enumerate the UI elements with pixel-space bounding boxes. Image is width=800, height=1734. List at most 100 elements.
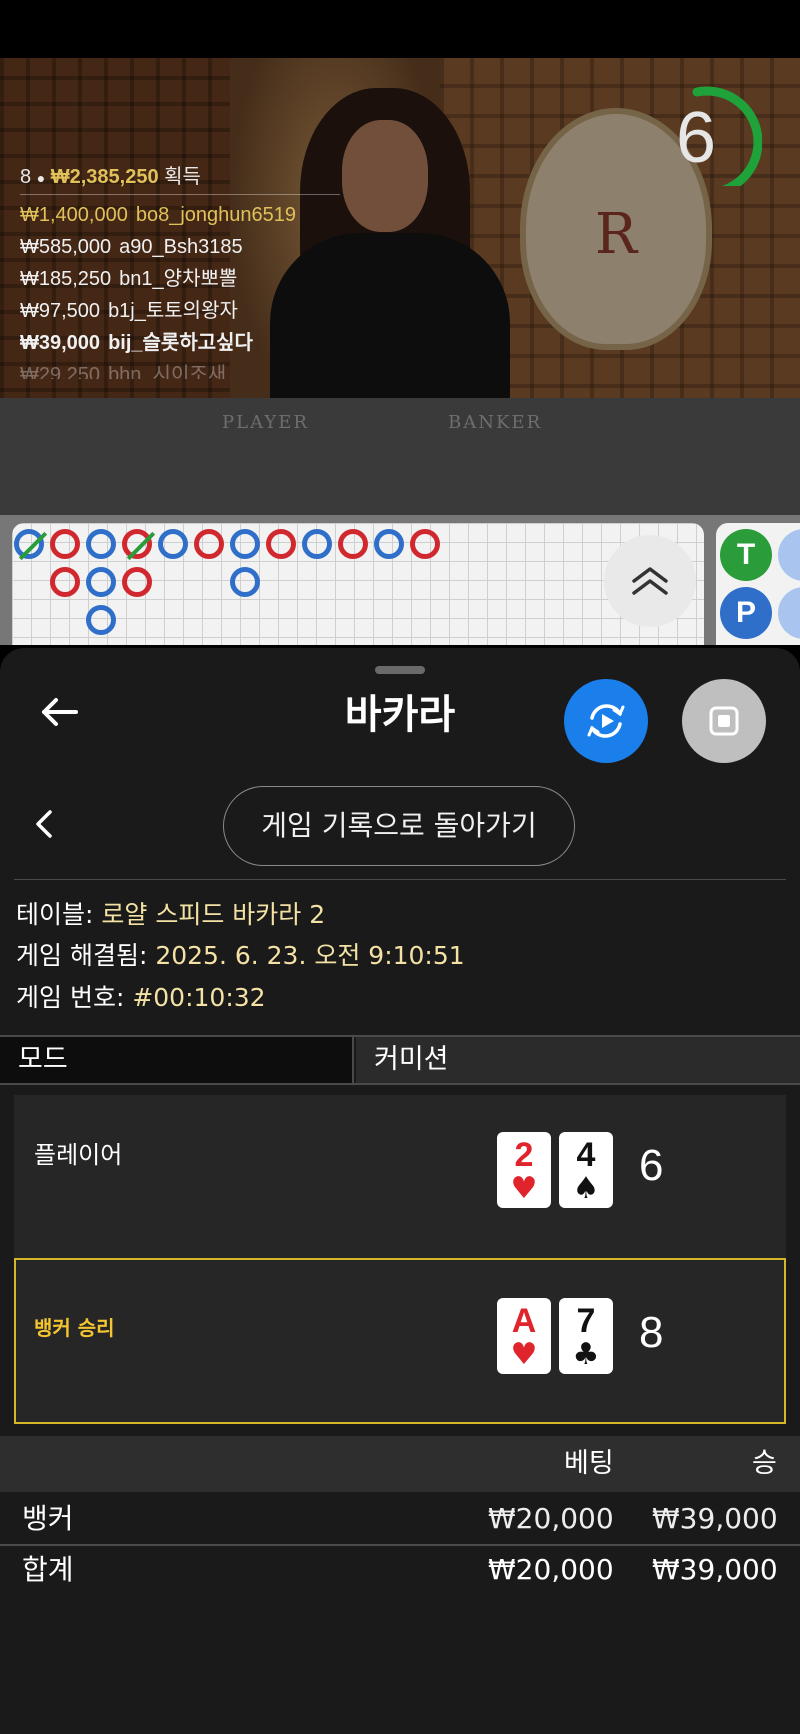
replay-video-button[interactable] bbox=[564, 679, 648, 763]
player-hand-label: 플레이어 bbox=[34, 1141, 123, 1169]
back-arrow-icon[interactable] bbox=[38, 690, 82, 734]
winners-list: 8 ● ₩2,385,250 획득 ₩1,400,000 bo8_jonghun6… bbox=[20, 162, 340, 379]
winners-header: 8 ● ₩2,385,250 획득 bbox=[20, 162, 340, 195]
winner-name: bn1_양차뽀뽈 bbox=[119, 268, 238, 290]
live-video: R PLAYER BANKER 6 8 ● ₩2,385,250 획득 ₩1,4… bbox=[0, 58, 800, 515]
divider bbox=[14, 879, 786, 880]
road-bead-player bbox=[86, 605, 116, 635]
banker-hand-label: 뱅커 승리 bbox=[34, 1316, 115, 1340]
person-icon: ● bbox=[36, 170, 46, 186]
road-bead-banker bbox=[50, 529, 80, 559]
mode-label: 모드 bbox=[0, 1037, 354, 1083]
mode-value: 커미션 bbox=[356, 1037, 800, 1083]
road-bead-player bbox=[86, 529, 116, 559]
club-icon: ♣ bbox=[572, 1337, 600, 1372]
card-rank: 2 bbox=[514, 1136, 534, 1174]
spade-icon: ♠ bbox=[572, 1171, 600, 1206]
total-label: 합계 bbox=[22, 1553, 74, 1586]
game-number-info: 게임 번호: #00:10:32 bbox=[16, 978, 266, 1018]
road-bead-player bbox=[230, 529, 260, 559]
replay-icon bbox=[587, 704, 625, 738]
stop-button[interactable] bbox=[682, 679, 766, 763]
resolved-info-value: 2025. 6. 23. 오전 9:10:51 bbox=[155, 941, 465, 970]
bet-row: 뱅커 ₩20,000 ₩39,000 bbox=[0, 1494, 800, 1544]
collapse-roads-button[interactable] bbox=[604, 535, 696, 627]
game-detail-sheet: 바카라 게임 기록으로 돌아가기 테이블: 로얄 스피드 바카라 2 게임 해결… bbox=[0, 648, 800, 1734]
player-button[interactable]: P bbox=[720, 587, 772, 639]
win-column-header: 승 bbox=[752, 1448, 777, 1479]
heart-icon: ♥ bbox=[510, 1337, 538, 1372]
winners-suffix: 획득 bbox=[164, 166, 201, 188]
winner-amount: ₩97,500 bbox=[20, 300, 101, 322]
winner-name: bhn_시이조새 bbox=[108, 364, 227, 379]
card-rank: A bbox=[511, 1302, 537, 1340]
chevron-left-icon[interactable] bbox=[30, 804, 58, 844]
road-bead-player bbox=[230, 567, 260, 597]
countdown-number: 6 bbox=[675, 98, 717, 178]
status-bar bbox=[0, 0, 800, 58]
banker-hand: 뱅커 승리 A ♥ 7 ♣ 8 bbox=[14, 1258, 786, 1424]
total-row: 합계 ₩20,000 ₩39,000 bbox=[0, 1545, 800, 1595]
back-to-history-button[interactable]: 게임 기록으로 돌아가기 bbox=[223, 786, 575, 866]
road-bead-player bbox=[374, 529, 404, 559]
table-info-label: 테이블: bbox=[16, 900, 94, 929]
card-rank: 4 bbox=[576, 1136, 596, 1174]
playing-card: A ♥ bbox=[497, 1298, 551, 1374]
road-bead-banker bbox=[410, 529, 440, 559]
road-bead-banker-tie bbox=[122, 529, 156, 561]
double-chevron-up-icon bbox=[632, 567, 668, 595]
mode-row: 모드 커미션 bbox=[0, 1035, 800, 1085]
sheet-title: 바카라 bbox=[344, 692, 456, 738]
bet-name: 뱅커 bbox=[22, 1502, 74, 1535]
banker-score: 8 bbox=[639, 1308, 664, 1357]
winner-amount: ₩185,250 bbox=[20, 268, 112, 290]
total-win-amount: ₩39,000 bbox=[652, 1553, 778, 1586]
win-amount: ₩39,000 bbox=[652, 1502, 778, 1535]
road-bead-banker bbox=[50, 567, 80, 597]
winners-total: ₩2,385,250 bbox=[50, 166, 159, 188]
big-road[interactable] bbox=[12, 523, 704, 645]
road-bead-player bbox=[158, 529, 188, 559]
winner-amount: ₩39,000 bbox=[20, 332, 101, 354]
road-bead-banker bbox=[122, 567, 152, 597]
bet-amount: ₩20,000 bbox=[488, 1502, 614, 1535]
winner-row: ₩29,250 bhn_시이조새 bbox=[20, 359, 340, 379]
winner-amount: ₩29,250 bbox=[20, 364, 101, 379]
winner-row: ₩585,000 a90_Bsh3185 bbox=[20, 231, 340, 263]
card-rank: 7 bbox=[576, 1302, 596, 1340]
road-bead-player-tie bbox=[14, 529, 48, 561]
winner-row: ₩39,000 bij_슬롯하고싶다 bbox=[20, 327, 340, 359]
stop-icon bbox=[709, 706, 739, 736]
prediction-panel: T P bbox=[716, 523, 800, 645]
winner-row: ₩1,400,000 bo8_jonghun6519 bbox=[20, 199, 340, 231]
sheet-drag-handle[interactable] bbox=[375, 666, 425, 674]
side-peek bbox=[778, 529, 800, 581]
winner-name: b1j_토토의왕자 bbox=[108, 300, 238, 322]
game-number-label: 게임 번호: bbox=[16, 983, 125, 1012]
winner-row: ₩97,500 b1j_토토의왕자 bbox=[20, 295, 340, 327]
road-bead-banker bbox=[338, 529, 368, 559]
player-hand: 플레이어 2 ♥ 4 ♠ 6 bbox=[14, 1095, 786, 1261]
side-peek bbox=[778, 587, 800, 639]
road-bead-player bbox=[86, 567, 116, 597]
resolved-info: 게임 해결됨: 2025. 6. 23. 오전 9:10:51 bbox=[16, 936, 465, 976]
total-bet-amount: ₩20,000 bbox=[488, 1553, 614, 1586]
road-bead-banker bbox=[266, 529, 296, 559]
winner-name: a90_Bsh3185 bbox=[119, 236, 243, 258]
bet-column-header: 베팅 bbox=[564, 1448, 614, 1479]
bet-table-header: 베팅 승 bbox=[0, 1436, 800, 1492]
winner-amount: ₩585,000 bbox=[20, 236, 112, 258]
winner-row: ₩185,250 bn1_양차뽀뽈 bbox=[20, 263, 340, 295]
winner-name: bo8_jonghun6519 bbox=[135, 204, 297, 226]
table-info: 테이블: 로얄 스피드 바카라 2 bbox=[16, 895, 325, 935]
heart-icon: ♥ bbox=[510, 1171, 538, 1206]
road-bead-banker bbox=[194, 529, 224, 559]
game-number-value: #00:10:32 bbox=[132, 983, 266, 1012]
playing-card: 4 ♠ bbox=[559, 1132, 613, 1208]
winner-amount: ₩1,400,000 bbox=[20, 204, 128, 226]
tie-button[interactable]: T bbox=[720, 529, 772, 581]
playing-card: 7 ♣ bbox=[559, 1298, 613, 1374]
road-bead-player bbox=[302, 529, 332, 559]
resolved-info-label: 게임 해결됨: bbox=[16, 941, 148, 970]
table-info-value: 로얄 스피드 바카라 2 bbox=[101, 900, 326, 929]
